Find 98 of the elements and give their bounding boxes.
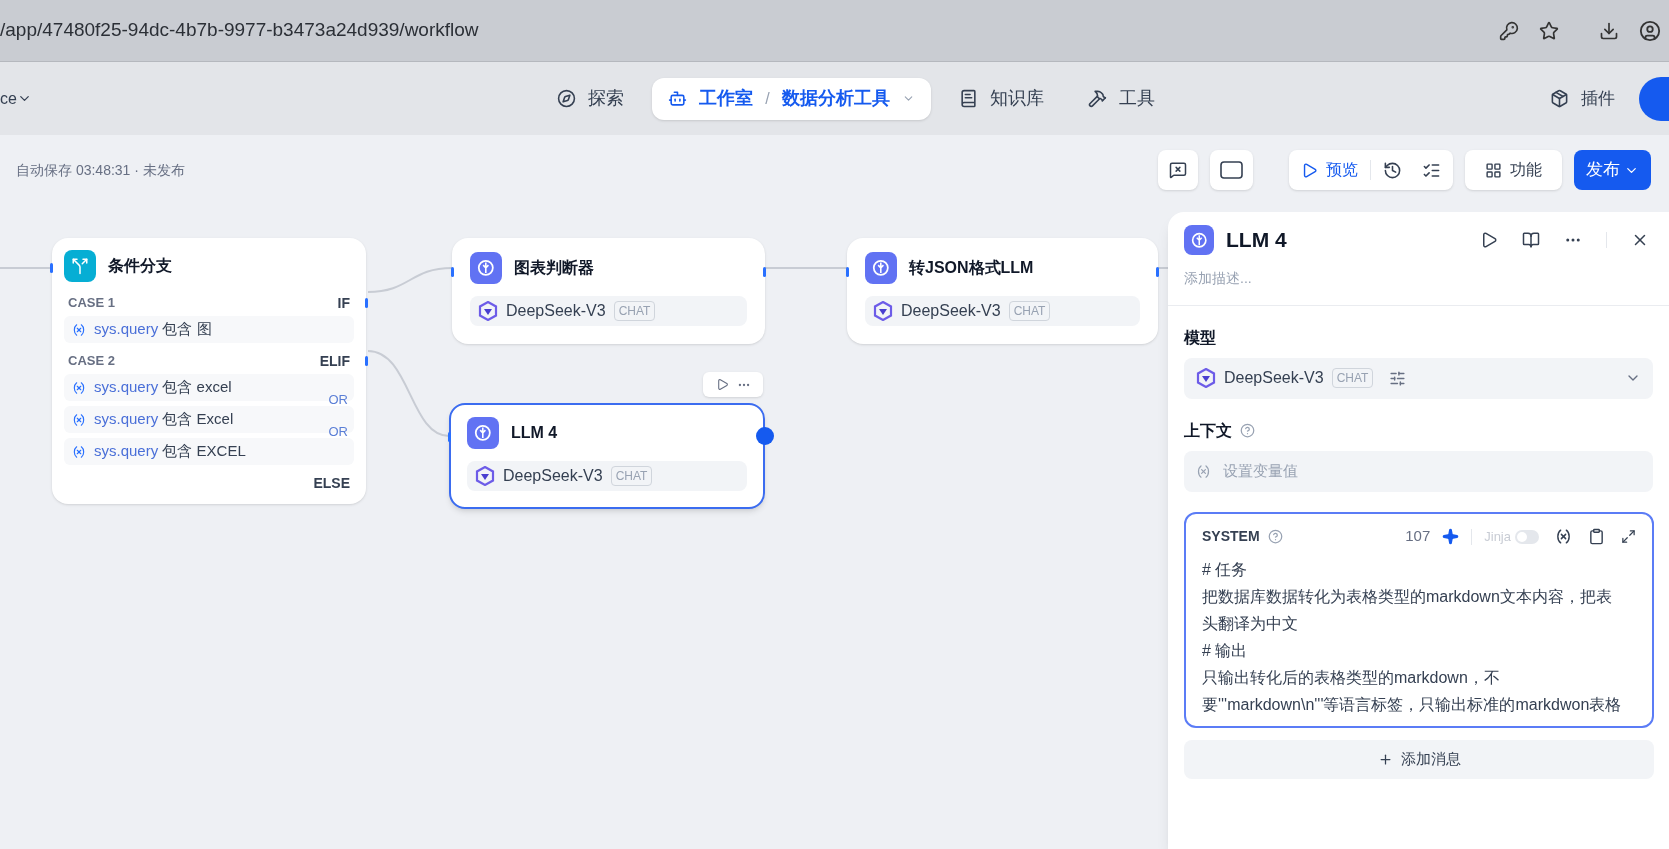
variable-icon	[72, 322, 86, 337]
features-button[interactable]: 功能	[1510, 158, 1542, 182]
url-text: /app/47480f25-94dc-4b7b-9977-b3473a24d939/workflow	[0, 18, 480, 43]
condition-text: sys.query 包含 Excel	[94, 409, 234, 430]
help-icon	[1267, 529, 1283, 544]
connection-handle	[763, 267, 766, 277]
add-node-button[interactable]	[756, 427, 774, 445]
grid-icon	[1485, 161, 1502, 179]
llm-node-icon	[1184, 224, 1214, 255]
model-name: DeepSeek-V3	[1224, 368, 1324, 388]
package-icon	[1550, 89, 1569, 108]
model-logo-icon	[873, 301, 893, 321]
conversation-variables-icon[interactable]	[1158, 150, 1198, 190]
panel-title: LLM 4	[1226, 227, 1288, 253]
plugins-link[interactable]: 插件	[1581, 85, 1615, 112]
publish-button[interactable]: 发布	[1586, 157, 1620, 183]
section-label: 模型	[1184, 327, 1217, 348]
prompt-line[interactable]: 把数据库数据转化为表格类型的markdown文本内容，把表头翻译为中文	[1202, 582, 1624, 637]
star-icon[interactable]	[1539, 20, 1559, 41]
profile-icon[interactable]	[1639, 19, 1661, 42]
nav-tab[interactable]: 工具	[1118, 85, 1155, 112]
llm-node-icon	[467, 417, 499, 449]
hammer-icon	[1087, 89, 1107, 108]
expand-icon[interactable]	[1621, 529, 1636, 544]
connection-handle	[365, 298, 368, 308]
add-message-button[interactable]: 添加消息	[1400, 747, 1461, 771]
model-logo-icon	[478, 301, 498, 321]
node-title: 转JSON格式LLM	[909, 258, 1034, 278]
node-title: 条件分支	[108, 256, 172, 276]
section-label: 上下文	[1184, 420, 1232, 441]
variable-icon	[72, 412, 86, 427]
sparkle-icon[interactable]	[1442, 528, 1460, 545]
clipboard-icon[interactable]	[1588, 528, 1605, 545]
nav-tab[interactable]: 知识库	[989, 85, 1044, 112]
or-label: OR	[328, 391, 348, 409]
breadcrumb-separator: /	[765, 88, 770, 109]
condition-text: sys.query 包含 图	[94, 319, 212, 340]
model-name: DeepSeek-V3	[503, 466, 603, 486]
case-label: CASE 2	[68, 352, 115, 371]
node-title: LLM 4	[511, 423, 558, 443]
model-logo-icon	[1196, 368, 1216, 388]
mode-tag: CHAT	[613, 301, 656, 321]
connector-line	[1157, 267, 1169, 269]
plus-icon	[1377, 751, 1393, 767]
branch-label: IF	[337, 293, 350, 313]
node-title: 图表判断器	[514, 258, 594, 278]
run-icon[interactable]	[715, 378, 729, 391]
connection-handle	[50, 263, 53, 273]
model-name: DeepSeek-V3	[506, 301, 606, 321]
connection-handle	[846, 267, 849, 277]
connection-handle	[1156, 267, 1159, 277]
or-label: OR	[328, 423, 348, 441]
run-icon[interactable]	[1480, 230, 1498, 249]
nav-tab[interactable]: 工作室	[699, 85, 754, 112]
prompt-line[interactable]: 只输出转化后的表格类型的markdown，不要'''markdown\n'''等语言标签，只输出标准的markdwon表格	[1202, 663, 1624, 718]
connection-handle	[365, 356, 368, 366]
history-icon[interactable]	[1383, 160, 1402, 180]
workspace-selector[interactable]: ce	[0, 86, 17, 111]
play-icon	[1301, 161, 1318, 179]
app-name[interactable]: 数据分析工具	[781, 85, 890, 112]
llm-node-icon	[470, 252, 502, 284]
connection-handle	[448, 432, 451, 442]
book-icon[interactable]	[1522, 230, 1540, 249]
model-logo-icon	[475, 466, 495, 486]
mode-tag: CHAT	[1331, 368, 1374, 388]
condition-text: sys.query 包含 excel	[94, 377, 232, 398]
mode-tag: CHAT	[1008, 301, 1051, 321]
model-name: DeepSeek-V3	[901, 301, 1001, 321]
nav-tab[interactable]: 探索	[588, 85, 625, 112]
variable-icon[interactable]	[1555, 528, 1572, 545]
robot-icon	[668, 89, 688, 108]
account-avatar[interactable]	[1639, 76, 1669, 121]
compass-icon	[557, 89, 577, 108]
key-icon[interactable]	[1499, 20, 1519, 41]
settings-icon[interactable]	[1389, 369, 1407, 387]
variable-icon	[1196, 463, 1211, 479]
mode-tag: CHAT	[610, 466, 653, 486]
jinja-toggle[interactable]	[1515, 529, 1539, 544]
model-select[interactable]: DeepSeek-V3 CHAT	[1184, 357, 1653, 399]
autosave-status: 自动保存 03:48:31 · 未发布	[16, 160, 186, 180]
prompt-role: SYSTEM	[1202, 527, 1260, 546]
help-icon	[1240, 423, 1255, 438]
variable-icon	[72, 444, 86, 459]
branch-icon	[64, 250, 96, 282]
variable-icon	[72, 380, 86, 395]
llm-node-icon	[865, 252, 897, 284]
preview-button[interactable]: 预览	[1326, 158, 1358, 182]
case-label: CASE 1	[68, 294, 115, 313]
word-count: 107	[1405, 526, 1431, 547]
connection-handle	[451, 267, 454, 277]
branch-label: ELSE	[313, 473, 350, 493]
connector-line	[0, 267, 53, 269]
prompt-line[interactable]: # 任务	[1202, 555, 1624, 583]
download-icon[interactable]	[1599, 20, 1619, 41]
book-icon	[958, 89, 978, 108]
prompt-line[interactable]: # 输出	[1202, 636, 1624, 664]
branch-label: ELIF	[319, 351, 350, 371]
condition-text: sys.query 包含 EXCEL	[94, 441, 246, 462]
